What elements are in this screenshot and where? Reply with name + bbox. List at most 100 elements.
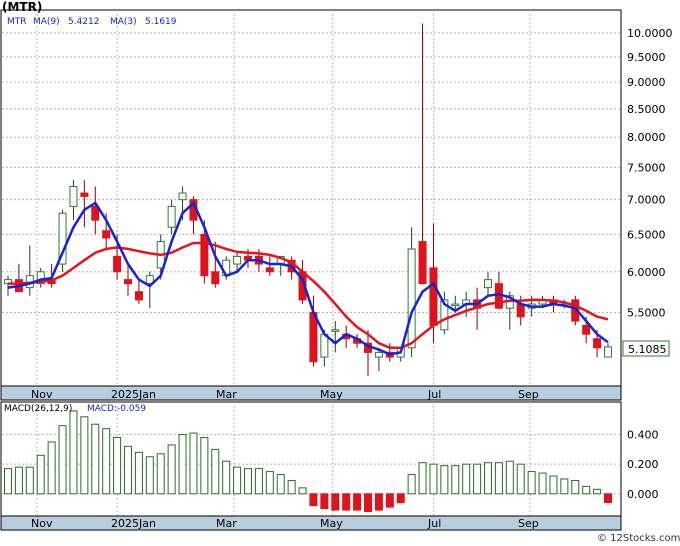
price-month-label: Nov [31,388,53,401]
price-y-tick-label: 7.5000 [627,161,666,174]
price-y-tick-label: 8.5000 [627,103,666,116]
legend-ma9-label: MA(9) [33,17,60,27]
price-legend: MTR MA(9) 5.4212 MA(3) 5.1619 [7,17,177,27]
macd-bar-positive [47,441,56,495]
candle-down [593,338,602,349]
legend-ticker: MTR [7,17,27,27]
macd-bar-positive [233,466,242,495]
macd-bar-positive [494,462,503,495]
macd-bar-negative [385,493,394,508]
macd-bar-positive [167,444,176,495]
macd-bar-negative [364,493,372,513]
price-y-tick-label: 5.5000 [627,306,666,319]
macd-bar-positive [222,460,231,495]
macd-bar-negative [342,493,351,511]
macd-bar-positive [25,466,34,495]
macd-bar-positive [80,416,89,495]
macd-bar-negative [320,493,329,510]
macd-bar-positive [102,428,111,495]
legend-ma3-label: MA(3) [110,17,137,27]
macd-bar-positive [429,463,438,495]
macd-bar-positive [407,474,416,495]
candle-down [211,271,220,285]
macd-bar-positive [298,487,307,495]
macd-bar-positive [69,410,78,495]
macd-bar-negative [374,493,383,511]
macd-bar-positive [451,465,460,495]
price-y-tick-label: 6.0000 [627,266,666,279]
candle-up [233,255,242,265]
macd-bar-negative [353,493,362,511]
candle-up [69,185,78,207]
macd-y-tick-label: 0.200 [627,458,659,471]
macd-bar-positive [516,463,525,495]
macd-y-tick-label: 0.400 [627,429,659,442]
candle-down [516,303,525,318]
price-month-label: 2025Jan [111,388,156,401]
macd-bar-positive [462,463,471,495]
candle-up [167,205,176,228]
macd-y-tick-labels: 0.400 0.200 0.000 [627,429,659,501]
macd-bar-positive [91,423,100,495]
macd-bar-positive [276,474,285,495]
macd-bar-positive [527,471,536,495]
macd-y-tick-label: 0.000 [627,488,659,501]
candle-down [265,267,274,273]
macd-bar-positive [58,425,67,495]
macd-bar-positive [265,471,274,495]
macd-bar-positive [124,445,132,495]
price-month-label: May [320,388,343,401]
price-month-label: Jul [427,388,441,401]
macd-bar-positive [473,463,482,495]
macd-bar-positive [134,451,143,495]
candle-up [374,351,383,358]
candle-down [102,230,111,239]
macd-bar-negative [331,493,340,511]
macd-month-label: Sep [518,517,539,530]
chart-title: (MTR) [2,0,42,14]
macd-bar-positive [211,448,220,495]
candle-down [200,233,209,277]
candle-up [331,329,340,332]
macd-month-label: Mar [216,517,237,530]
macd-month-label: 2025Jan [111,517,156,530]
candle-up [484,279,492,289]
macd-bar-positive [14,466,23,495]
macd-bar-positive [178,434,187,495]
price-y-tick-label: 9.5000 [627,51,666,64]
macd-bar-positive [189,432,198,495]
macd-bar-positive [4,468,12,495]
macd-bar-negative [604,493,612,504]
watermark: © 12Stocks.com [597,533,680,544]
candle-up [178,192,187,201]
macd-bar-positive [200,437,209,495]
stock-chart: 10.0000 9.5000 9.0000 8.5000 8.0000 7.5000 7.0… [0,0,680,546]
macd-bar-negative [309,493,318,507]
price-panel: 10.0000 9.5000 9.0000 8.5000 8.0000 7.5000 7.0… [0,0,673,401]
price-month-label: Sep [518,388,539,401]
macd-bar-positive [560,478,569,495]
price-y-tick-label: 6.5000 [627,228,666,241]
macd-bar-positive [145,456,154,495]
macd-bar-positive [113,437,122,495]
candle-down [124,279,132,285]
macd-bar-positive [484,462,492,495]
last-price-tag: 5.1085 [622,340,670,357]
macd-legend-label: MACD(26,12,9) [4,404,72,414]
candle-down [80,192,89,197]
price-y-tick-label: 9.0000 [627,76,666,89]
macd-month-label: May [320,517,343,530]
price-y-tick-label: 8.0000 [627,131,666,144]
price-y-tick-label: 7.0000 [627,194,666,207]
price-month-label: Mar [216,388,237,401]
candle-down [113,255,122,273]
candle-up [604,346,612,358]
macd-legend-value: MACD:-0.059 [87,404,146,414]
macd-bar-positive [156,453,165,495]
macd-bar-positive [571,479,580,495]
macd-bar-positive [505,460,514,495]
macd-panel: 0.400 0.200 0.000 Nov 2025Jan Mar May Jul Sep M… [0,401,659,531]
candle-up [407,248,416,349]
candle-down [582,324,591,335]
legend-ma3-value: 5.1619 [145,17,177,27]
